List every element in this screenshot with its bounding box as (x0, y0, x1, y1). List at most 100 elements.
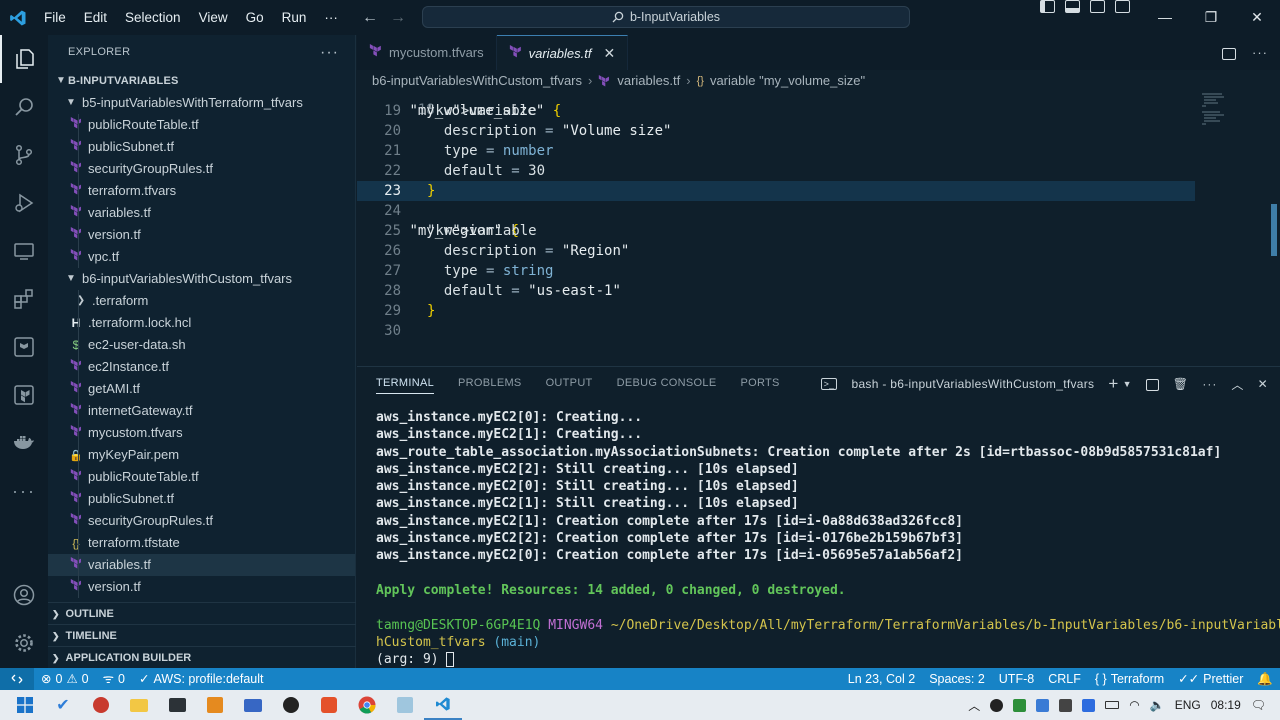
toggle-panel-icon[interactable] (1065, 0, 1080, 13)
tree-file[interactable]: publicRouteTable.tf (48, 114, 355, 136)
close-tab-icon[interactable]: ✕ (604, 45, 616, 62)
tree-file[interactable]: version.tf (48, 576, 355, 598)
tree-file[interactable]: H .terraform.lock.hcl (48, 312, 355, 334)
file-explorer-icon[interactable] (120, 690, 158, 720)
tab-terminal[interactable]: TERMINAL (376, 372, 435, 394)
new-terminal-icon[interactable]: + (1108, 374, 1118, 394)
menu-file[interactable]: File (35, 0, 75, 35)
tree-file[interactable]: publicSubnet.tf (48, 136, 355, 158)
volume-icon[interactable]: 🔈 (1150, 698, 1165, 712)
tree-folder[interactable]: ▼ b5-inputVariablesWithTerraform_tfvars (48, 92, 355, 114)
tree-file[interactable]: terraform.tfvars (48, 180, 355, 202)
more-views-icon[interactable]: ··· (0, 467, 48, 515)
tree-folder[interactable]: ▼ b6-inputVariablesWithCustom_tfvars (48, 268, 355, 290)
code-editor[interactable]: 18 19 "kw">variable "my_volume_size" {20 … (357, 92, 1280, 344)
outline-section[interactable]: ❯ OUTLINE (48, 602, 356, 624)
line-ending[interactable]: CRLF (1041, 668, 1088, 690)
terraform-explorer-icon[interactable] (0, 371, 48, 419)
prettier-status[interactable]: ✓✓ Prettier (1171, 668, 1250, 690)
tray-security-icon[interactable] (1013, 698, 1027, 712)
tray-app-3-icon[interactable] (1036, 698, 1050, 712)
extensions-icon[interactable] (0, 275, 48, 323)
taskbar-terminal-app-icon[interactable] (158, 690, 196, 720)
more-actions-icon[interactable]: ··· (1202, 377, 1217, 391)
notifications-bell-icon[interactable]: 🔔 (1250, 668, 1280, 690)
forward-arrow-icon[interactable]: → (390, 0, 406, 35)
aws-profile-status[interactable]: ✓ AWS: profile:default (132, 668, 271, 690)
remote-indicator-icon[interactable] (0, 668, 34, 690)
windows-start-icon[interactable] (6, 690, 44, 720)
minimize-button[interactable]: — (1142, 0, 1188, 35)
tree-file[interactable]: 🔒 myKeyPair.pem (48, 444, 355, 466)
tree-file[interactable]: securityGroupRules.tf (48, 158, 355, 180)
tree-file[interactable]: vpc.tf (48, 246, 355, 268)
taskbar-mail-app-icon[interactable] (234, 690, 272, 720)
problems-status[interactable]: ⊗ 0 ⚠ 0 (34, 668, 96, 690)
tray-app-4-icon[interactable] (1059, 698, 1073, 712)
taskbar-orange-app-icon[interactable] (196, 690, 234, 720)
customize-layout-icon[interactable] (1115, 0, 1130, 13)
breadcrumb-symbol[interactable]: variable "my_volume_size" (710, 70, 865, 92)
tree-file[interactable]: publicRouteTable.tf (48, 466, 355, 488)
kill-terminal-trash-icon[interactable]: 🗑 (1173, 377, 1189, 391)
menu-edit[interactable]: Edit (75, 0, 116, 35)
notification-center-icon[interactable]: 🗨 (1251, 698, 1266, 712)
toggle-primary-sidebar-icon[interactable] (1040, 0, 1055, 13)
input-line[interactable]: (arg: 9) (376, 651, 1280, 668)
tree-file[interactable]: securityGroupRules.tf (48, 510, 355, 532)
tree-file[interactable]: ec2Instance.tf (48, 356, 355, 378)
tree-file[interactable]: mycustom.tfvars (48, 422, 355, 444)
search-view-icon[interactable] (0, 83, 48, 131)
back-arrow-icon[interactable]: ← (362, 0, 378, 35)
split-editor-icon[interactable] (1222, 35, 1236, 70)
tray-app-5-icon[interactable] (1082, 698, 1096, 712)
toggle-secondary-sidebar-icon[interactable] (1090, 0, 1105, 13)
breadcrumb-folder[interactable]: b6-inputVariablesWithCustom_tfvars (372, 70, 582, 92)
tab-problems[interactable]: PROBLEMS (458, 377, 522, 389)
close-panel-icon[interactable]: ✕ (1258, 377, 1268, 391)
clock[interactable]: 08:19 (1211, 698, 1241, 712)
breadcrumb-file[interactable]: variables.tf (617, 70, 680, 92)
terraform-cloud-icon[interactable] (0, 323, 48, 371)
source-control-icon[interactable] (0, 131, 48, 179)
chrome-icon[interactable] (348, 690, 386, 720)
terminal-shell-label[interactable]: bash - b6-inputVariablesWithCustom_tfvar… (851, 377, 1094, 391)
keyboard-language[interactable]: ENG (1175, 698, 1201, 712)
cursor-position[interactable]: Ln 23, Col 2 (841, 668, 922, 690)
menu-run[interactable]: Run (273, 0, 316, 35)
tree-file[interactable]: {} terraform.tfstate (48, 532, 355, 554)
tab-variables-tf[interactable]: variables.tf ✕ (496, 35, 629, 70)
vscode-taskbar-icon[interactable] (424, 690, 462, 720)
application-builder-section[interactable]: ❯ APPLICATION BUILDER (48, 646, 356, 668)
chevron-down-icon[interactable]: ▼ (1123, 379, 1132, 389)
timeline-section[interactable]: ❯ TIMELINE (48, 624, 356, 646)
ports-status[interactable]: ᯤ0 (96, 668, 132, 690)
taskbar-red-app-icon[interactable] (310, 690, 348, 720)
tree-folder[interactable]: ❯ .terraform (48, 290, 355, 312)
tree-file[interactable]: variables.tf (48, 554, 355, 576)
tray-chevron-up-icon[interactable]: ︿ (968, 697, 980, 714)
taskbar-recorder-app-icon[interactable] (82, 690, 120, 720)
terminal-output[interactable]: aws_instance.myEC2[0]: Creating... aws_in… (376, 409, 1280, 668)
tab-mycustom-tfvars[interactable]: mycustom.tfvars (357, 35, 497, 70)
tree-file[interactable]: publicSubnet.tf (48, 488, 355, 510)
tab-debug-console[interactable]: DEBUG CONSOLE (617, 377, 717, 389)
tree-file[interactable]: internetGateway.tf (48, 400, 355, 422)
encoding[interactable]: UTF-8 (992, 668, 1041, 690)
editor-scrollbar[interactable] (1271, 204, 1277, 256)
tree-file[interactable]: $ ec2-user-data.sh (48, 334, 355, 356)
workspace-root[interactable]: ▼ B-INPUTVARIABLES (48, 70, 355, 92)
taskbar-check-app-icon[interactable]: ✔ (44, 690, 82, 720)
wifi-icon[interactable]: ◠ (1129, 698, 1139, 712)
split-terminal-icon[interactable] (1145, 377, 1159, 391)
taskbar-paper-app-icon[interactable] (386, 690, 424, 720)
more-actions-icon[interactable]: ··· (1252, 35, 1268, 70)
explorer-more-actions-icon[interactable]: ··· (320, 35, 339, 70)
language-mode[interactable]: { } Terraform (1088, 668, 1171, 690)
tree-file[interactable]: variables.tf (48, 202, 355, 224)
manage-gear-icon[interactable] (0, 619, 48, 667)
taskbar-github-app-icon[interactable] (272, 690, 310, 720)
menu-selection[interactable]: Selection (116, 0, 190, 35)
minimap[interactable] (1202, 92, 1232, 132)
explorer-icon[interactable] (0, 35, 48, 83)
